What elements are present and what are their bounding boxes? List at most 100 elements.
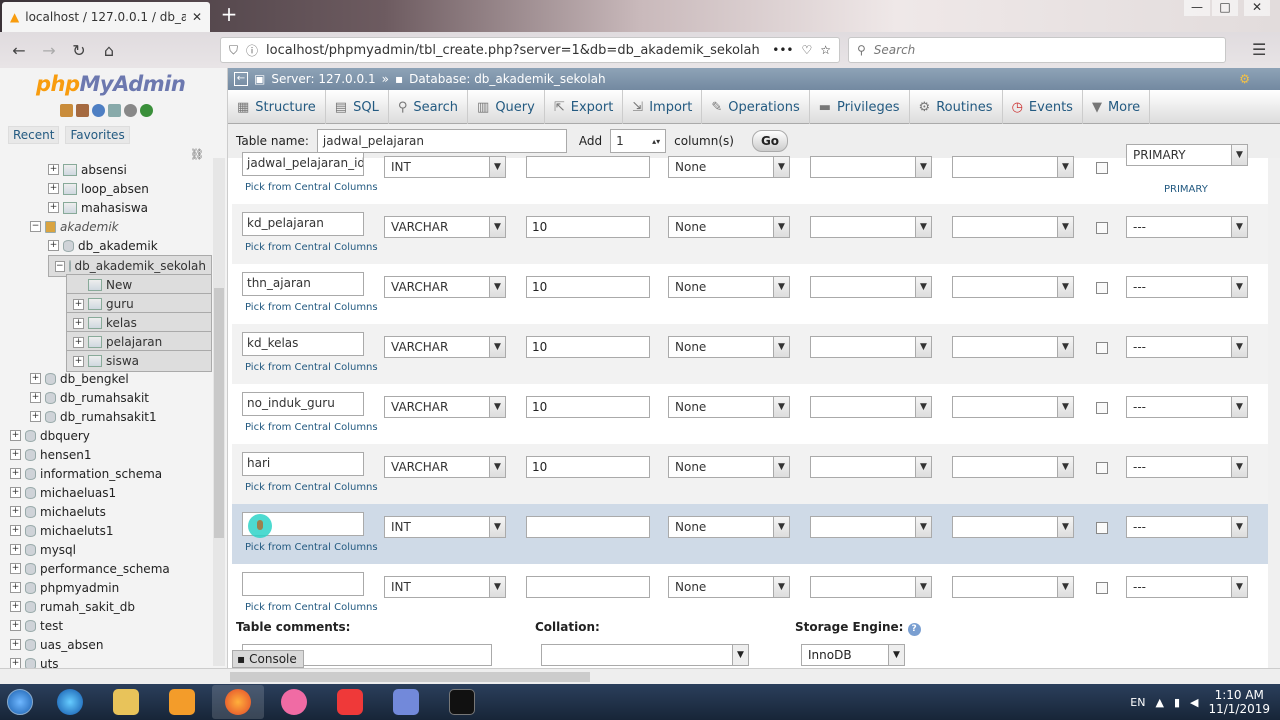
expand-icon[interactable]: +	[48, 164, 59, 175]
tree-item-mysql[interactable]: + mysql	[10, 540, 76, 559]
expand-icon[interactable]: +	[10, 601, 21, 612]
volume-icon[interactable]: ◀	[1190, 696, 1198, 709]
tree-item-michaeluts1[interactable]: + michaeluts1	[10, 521, 114, 540]
favorites-tab[interactable]: Favorites	[65, 126, 130, 144]
minimize-icon[interactable]: —	[1184, 0, 1210, 16]
column-null-checkbox[interactable]	[1096, 522, 1108, 534]
taskbar-vivaldi[interactable]	[324, 685, 376, 719]
tree-item-db_akademik[interactable]: + db_akademik	[48, 236, 158, 255]
url-bar[interactable]: ⛉ ⓘ localhost/phpmyadmin/tbl_create.php?…	[220, 37, 840, 63]
tab-sql[interactable]: ▤ SQL	[326, 90, 389, 124]
expand-icon[interactable]: +	[10, 658, 21, 668]
column-index-select[interactable]: --- ▼	[1126, 396, 1248, 418]
breadcrumb-server[interactable]: Server: 127.0.0.1	[271, 72, 375, 86]
column-default-select[interactable]: None ▼	[668, 396, 790, 418]
expand-icon[interactable]: +	[10, 525, 21, 536]
window-close-icon[interactable]: ✕	[1244, 0, 1270, 16]
column-index-select[interactable]: --- ▼	[1126, 216, 1248, 238]
column-length-input[interactable]	[526, 576, 650, 598]
column-length-input[interactable]	[526, 516, 650, 538]
column-name-input[interactable]: kd_kelas	[242, 332, 364, 356]
column-type-select[interactable]: INT ▼	[384, 576, 506, 598]
recent-tab[interactable]: Recent	[8, 126, 60, 144]
expand-icon[interactable]: +	[73, 317, 84, 329]
pick-central-columns-link[interactable]: Pick from Central Columns	[245, 602, 378, 613]
pick-central-columns-link[interactable]: Pick from Central Columns	[245, 242, 378, 253]
expand-icon[interactable]: +	[30, 373, 41, 384]
column-default-select[interactable]: None ▼	[668, 576, 790, 598]
column-type-select[interactable]: VARCHAR ▼	[384, 336, 506, 358]
hamburger-menu-icon[interactable]: ☰	[1252, 40, 1266, 59]
tab-operations[interactable]: ✎ Operations	[702, 90, 810, 124]
column-type-select[interactable]: VARCHAR ▼	[384, 456, 506, 478]
breadcrumb-database[interactable]: Database: db_akademik_sekolah	[409, 72, 606, 86]
expand-icon[interactable]: +	[73, 355, 84, 367]
tab-events[interactable]: ◷ Events	[1003, 90, 1083, 124]
tree-item-db_bengkel[interactable]: + db_bengkel	[30, 369, 129, 388]
column-null-checkbox[interactable]	[1096, 402, 1108, 414]
bookmark-star-icon[interactable]: ☆	[820, 43, 831, 57]
tree-item-michaeluts[interactable]: + michaeluts	[10, 502, 106, 521]
taskbar-media[interactable]	[156, 685, 208, 719]
phpmyadmin-logo[interactable]: phpMyAdmin	[36, 72, 186, 96]
main-scrollbar[interactable]	[1268, 158, 1280, 668]
page-actions-icon[interactable]: •••	[772, 43, 793, 57]
column-null-checkbox[interactable]	[1096, 342, 1108, 354]
maximize-icon[interactable]: □	[1212, 0, 1238, 16]
taskbar-cmd[interactable]	[436, 685, 488, 719]
close-icon[interactable]: ✕	[192, 10, 202, 24]
column-null-checkbox[interactable]	[1096, 582, 1108, 594]
column-default-select[interactable]: None ▼	[668, 516, 790, 538]
tree-item-rumah_sakit_db[interactable]: + rumah_sakit_db	[10, 597, 135, 616]
storage-engine-select[interactable]: InnoDB ▼	[801, 644, 905, 666]
column-length-input[interactable]: 10	[526, 456, 650, 478]
tab-query[interactable]: ▥ Query	[468, 90, 545, 124]
expand-icon[interactable]: +	[30, 411, 41, 422]
tree-item-michaeluas1[interactable]: + michaeluas1	[10, 483, 116, 502]
column-null-checkbox[interactable]	[1096, 462, 1108, 474]
column-default-select[interactable]: None ▼	[668, 456, 790, 478]
column-type-select[interactable]: INT ▼	[384, 516, 506, 538]
link-chain-icon[interactable]: ⛓	[190, 148, 204, 161]
pick-central-columns-link[interactable]: Pick from Central Columns	[245, 362, 378, 373]
expand-icon[interactable]: +	[10, 620, 21, 631]
column-default-select[interactable]: None ▼	[668, 336, 790, 358]
column-index-select[interactable]: PRIMARY ▼	[1126, 144, 1248, 166]
column-name-input[interactable]	[242, 572, 364, 596]
reload-icon[interactable]: ↻	[64, 41, 94, 60]
info-icon[interactable]: ⓘ	[246, 42, 258, 59]
taskbar-ie[interactable]	[44, 685, 96, 719]
search-box[interactable]: ⚲ Search	[848, 37, 1226, 63]
forward-icon[interactable]: →	[34, 41, 64, 60]
column-attributes-select[interactable]: ▼	[952, 396, 1074, 418]
column-null-checkbox[interactable]	[1096, 162, 1108, 174]
tree-item-test[interactable]: + test	[10, 616, 63, 635]
collapse-arrow-icon[interactable]: ←	[234, 72, 248, 86]
expand-icon[interactable]: +	[73, 298, 84, 310]
column-null-checkbox[interactable]	[1096, 282, 1108, 294]
column-length-input[interactable]: 10	[526, 336, 650, 358]
tray-expand-icon[interactable]: ▲	[1155, 696, 1163, 709]
horizontal-scrollbar[interactable]	[0, 668, 1280, 684]
console-toggle[interactable]: ▪ Console	[232, 650, 304, 668]
scroll-thumb[interactable]	[230, 672, 590, 682]
expand-icon[interactable]: +	[48, 183, 59, 194]
tree-item-absensi[interactable]: + absensi	[48, 160, 127, 179]
reload-icon[interactable]	[140, 104, 153, 117]
column-type-select[interactable]: VARCHAR ▼	[384, 276, 506, 298]
column-collation-select[interactable]: ▼	[810, 576, 932, 598]
tree-item-loop_absen[interactable]: + loop_absen	[48, 179, 149, 198]
taskbar-osu[interactable]	[268, 685, 320, 719]
expand-icon[interactable]: +	[10, 639, 21, 650]
column-index-select[interactable]: --- ▼	[1126, 276, 1248, 298]
expand-icon[interactable]: +	[30, 392, 41, 403]
expand-icon[interactable]: +	[48, 202, 59, 213]
new-tab-button[interactable]: +	[218, 4, 240, 26]
taskbar-firefox[interactable]	[212, 685, 264, 719]
tree-item-information_schema[interactable]: + information_schema	[10, 464, 162, 483]
help-icon[interactable]	[92, 104, 105, 117]
network-icon[interactable]: ▮	[1174, 696, 1180, 709]
pick-central-columns-link[interactable]: Pick from Central Columns	[245, 302, 378, 313]
tree-item-uas_absen[interactable]: + uas_absen	[10, 635, 103, 654]
tab-more[interactable]: ▼ More	[1083, 90, 1151, 124]
